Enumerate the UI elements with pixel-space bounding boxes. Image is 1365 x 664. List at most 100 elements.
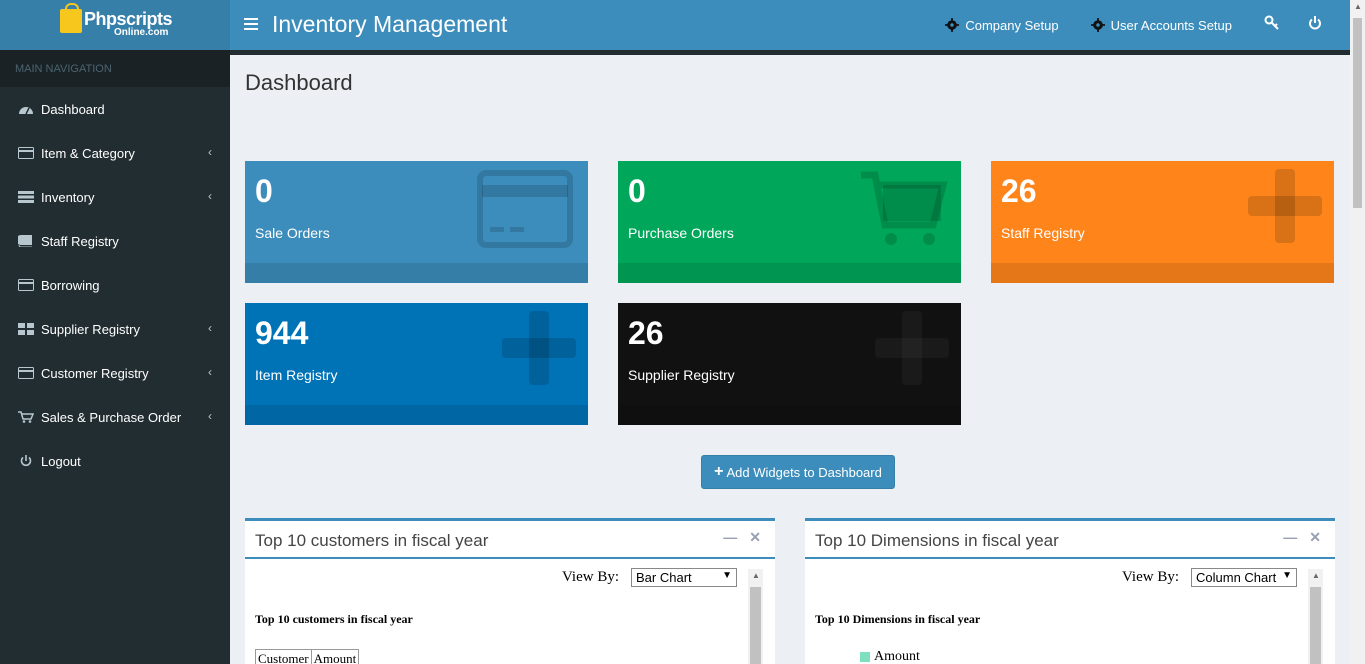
plus-icon (1248, 169, 1322, 243)
logo-text: Phpscripts (84, 9, 173, 29)
chevron-left-icon: ‹ (208, 321, 212, 335)
sidebar-item-label: Item & Category (41, 145, 135, 161)
chart-title: Top 10 Dimensions in fiscal year (815, 612, 981, 626)
sidebar-item-sales-purchase-order[interactable]: Sales & Purchase Order ‹ (0, 395, 230, 439)
chart-data-table: Customer Amount (255, 649, 360, 664)
dropdown-arrow-icon: ▼ (1282, 570, 1292, 581)
sidebar-item-label: Sales & Purchase Order (41, 409, 182, 425)
logo-subtext: Online.com (114, 27, 169, 38)
app-title: Inventory Management (272, 11, 508, 37)
scroll-up-icon[interactable]: ▲ (752, 571, 760, 580)
stat-label: Item Registry (255, 367, 338, 383)
stat-label: Sale Orders (255, 225, 330, 241)
header-nav: Company Setup User Accounts Setup (945, 0, 1350, 50)
scroll-thumb[interactable] (1353, 18, 1362, 208)
scroll-thumb[interactable] (1310, 587, 1321, 664)
dashboard-icon (19, 107, 33, 115)
scroll-thumb[interactable] (750, 587, 761, 664)
chart-legend: Amount (860, 649, 920, 664)
chart-type-value: Column Chart (1196, 570, 1277, 585)
chart-title: Top 10 customers in fiscal year (255, 612, 413, 626)
scroll-up-icon[interactable]: ▲ (1354, 2, 1362, 11)
user-accounts-setup-label: User Accounts Setup (1110, 17, 1232, 33)
scroll-up-icon[interactable]: ▲ (1312, 571, 1320, 580)
stat-footer (991, 263, 1334, 283)
close-icon[interactable]: ✕ (749, 529, 761, 545)
page-scrollbar[interactable]: ▲ (1350, 0, 1365, 664)
grid-icon (18, 323, 34, 335)
sidebar-item-label: Dashboard (41, 101, 105, 117)
sidebar-item-customer-registry[interactable]: Customer Registry ‹ (0, 351, 230, 395)
widget-title: Top 10 Dimensions in fiscal year (815, 531, 1059, 550)
sidebar-item-staff-registry[interactable]: Staff Registry (0, 219, 230, 263)
stat-value: 944 (255, 315, 309, 351)
menu-toggle-icon[interactable] (244, 18, 258, 30)
logo[interactable]: Phpscripts Online.com (0, 0, 230, 50)
stat-footer (245, 263, 588, 283)
book-icon (18, 235, 32, 247)
sidebar-item-dashboard[interactable]: Dashboard (0, 87, 230, 131)
widget-scrollbar[interactable]: ▲ (748, 569, 763, 664)
credit-card-icon (477, 170, 573, 248)
close-icon[interactable]: ✕ (1309, 529, 1321, 545)
stat-label: Supplier Registry (628, 367, 735, 383)
chevron-left-icon: ‹ (208, 145, 212, 159)
dropdown-arrow-icon: ▼ (722, 570, 732, 581)
power-icon[interactable] (1308, 15, 1322, 35)
legend-swatch (860, 652, 870, 662)
sidebar: MAIN NAVIGATION Dashboard Item & Categor… (0, 50, 230, 664)
chart-type-select[interactable]: Bar Chart ▼ (631, 568, 737, 587)
widget-header: Top 10 Dimensions in fiscal year — ✕ (805, 521, 1335, 559)
chart-type-value: Bar Chart (636, 570, 692, 585)
credit-card-icon (18, 147, 34, 159)
plus-icon (875, 311, 949, 385)
top-header: Phpscripts Online.com Inventory Manageme… (0, 0, 1350, 50)
widget-scrollbar[interactable]: ▲ (1308, 569, 1323, 664)
sidebar-item-logout[interactable]: Logout (0, 439, 230, 483)
widget-header: Top 10 customers in fiscal year — ✕ (245, 521, 775, 559)
key-icon[interactable] (1264, 15, 1280, 36)
chevron-left-icon: ‹ (208, 409, 212, 423)
sidebar-item-label: Logout (41, 453, 81, 469)
sidebar-item-inventory[interactable]: Inventory ‹ (0, 175, 230, 219)
sidebar-item-label: Borrowing (41, 277, 100, 293)
chevron-left-icon: ‹ (208, 365, 212, 379)
page-title: Dashboard (245, 70, 353, 95)
credit-card-icon (18, 279, 34, 291)
stat-footer (618, 405, 961, 425)
stat-label: Purchase Orders (628, 225, 734, 241)
minimize-icon[interactable]: — (723, 529, 737, 545)
plus-icon: + (714, 463, 724, 480)
widget-body: View By: Column Chart ▼ ▲ Top 10 Dimensi… (805, 559, 1335, 664)
add-widgets-label: Add Widgets to Dashboard (726, 464, 882, 480)
stat-value: 0 (628, 173, 646, 209)
sidebar-header: MAIN NAVIGATION (0, 50, 230, 87)
sidebar-item-supplier-registry[interactable]: Supplier Registry ‹ (0, 307, 230, 351)
company-setup-label: Company Setup (965, 17, 1059, 33)
cart-icon (18, 411, 34, 423)
sidebar-item-item-category[interactable]: Item & Category ‹ (0, 131, 230, 175)
view-by-label: View By: (562, 569, 620, 585)
power-icon (20, 455, 32, 467)
gear-icon (945, 18, 960, 32)
minimize-icon[interactable]: — (1283, 529, 1297, 545)
widget-top-dimensions: Top 10 Dimensions in fiscal year — ✕ View… (805, 518, 1335, 664)
stat-box-item-registry[interactable]: 944 Item Registry (245, 303, 588, 425)
sidebar-item-borrowing[interactable]: Borrowing (0, 263, 230, 307)
chart-type-select[interactable]: Column Chart ▼ (1191, 568, 1297, 587)
stat-box-staff-registry[interactable]: 26 Staff Registry (991, 161, 1334, 283)
stat-box-purchase-orders[interactable]: 0 Purchase Orders (618, 161, 961, 283)
widget-tools: — ✕ (1271, 529, 1321, 546)
tasks-icon (18, 191, 34, 203)
stat-footer (245, 405, 588, 425)
cart-icon (861, 171, 948, 245)
add-widgets-button[interactable]: + Add Widgets to Dashboard (701, 455, 895, 489)
user-accounts-setup-link[interactable]: User Accounts Setup (1090, 17, 1232, 33)
table-header: Customer (255, 649, 312, 664)
stat-footer (618, 263, 961, 283)
stat-box-supplier-registry[interactable]: 26 Supplier Registry (618, 303, 961, 425)
company-setup-link[interactable]: Company Setup (945, 17, 1059, 33)
shopping-bag-icon (60, 3, 82, 33)
widget-tools: — ✕ (711, 529, 761, 546)
stat-box-sale-orders[interactable]: 0 Sale Orders (245, 161, 588, 283)
